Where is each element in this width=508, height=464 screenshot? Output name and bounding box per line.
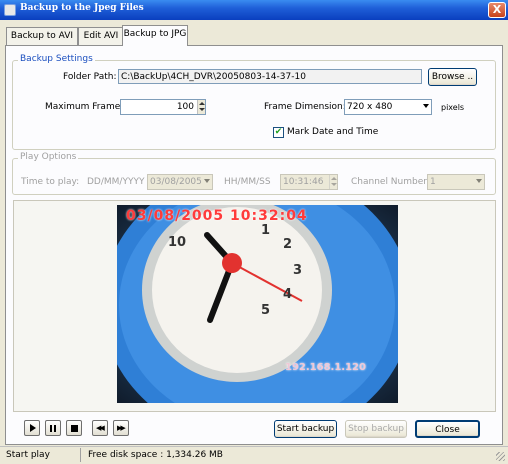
channel-number-value: 1 — [430, 177, 436, 187]
stop-button[interactable] — [66, 420, 82, 436]
clock-number: 4 — [283, 287, 293, 302]
app-icon — [4, 4, 16, 16]
pause-button[interactable] — [45, 420, 61, 436]
stop-icon — [71, 425, 78, 432]
frame-dimension-label: Frame Dimension: — [264, 102, 346, 112]
clock-number: 2 — [283, 237, 293, 252]
chevron-down-icon — [476, 179, 482, 183]
frame-dimension-value: 720 x 480 — [347, 102, 393, 112]
stop-backup-button[interactable]: Stop backup — [345, 420, 407, 438]
tab-label: Backup to AVI — [10, 31, 74, 41]
mark-date-label: Mark Date and Time — [287, 127, 379, 137]
time-to-play-label: Time to play: — [21, 177, 80, 187]
video-timestamp: 03/08/2005 10:32:04 — [126, 208, 308, 224]
status-bar — [0, 446, 508, 464]
close-button[interactable]: Close — [415, 420, 480, 438]
start-backup-button[interactable]: Start backup — [274, 420, 337, 438]
max-frames-label: Maximum Frames: — [45, 102, 128, 112]
spin-down-icon — [331, 183, 337, 186]
frame-dimension-select[interactable]: 720 x 480 — [344, 99, 432, 115]
window-title: Backup to the Jpeg Files — [20, 3, 144, 13]
video-preview: 03/08/2005 10:32:04 10 1 2 3 4 5 192.168… — [117, 205, 398, 403]
clock-number: 1 — [261, 223, 271, 238]
close-window-button[interactable]: X — [488, 2, 506, 18]
max-frames-field[interactable]: 100 — [120, 99, 206, 115]
spin-up-icon — [199, 102, 205, 105]
play-time-spinner[interactable] — [329, 175, 337, 189]
folder-path-field[interactable]: C:\BackUp\4CH_DVR\20050803-14-37-10 — [118, 69, 422, 84]
video-ip-overlay: 192.168.1.120 — [285, 362, 366, 373]
fast-forward-icon: ▶▶ — [117, 424, 126, 432]
pixels-label: pixels — [441, 103, 465, 112]
play-icon — [30, 424, 36, 432]
play-date-value: 03/08/2005 — [150, 177, 202, 187]
play-options-legend: Play Options — [18, 152, 79, 162]
status-text: Start play — [6, 450, 50, 460]
play-button[interactable] — [24, 420, 40, 436]
rewind-icon: ◀◀ — [96, 424, 105, 432]
mark-date-checkbox[interactable]: ✔ — [273, 127, 284, 138]
resize-grip-icon[interactable] — [496, 452, 505, 461]
spin-up-icon — [331, 177, 337, 180]
free-disk-space: Free disk space : 1,334.26 MB — [88, 450, 223, 460]
clock-image — [117, 205, 398, 403]
status-divider — [80, 448, 81, 462]
clock-number: 10 — [168, 235, 187, 250]
tab-edit-avi[interactable]: Edit AVI — [78, 27, 124, 45]
clock-number: 5 — [261, 303, 271, 318]
rewind-button[interactable]: ◀◀ — [92, 420, 108, 436]
fast-forward-button[interactable]: ▶▶ — [113, 420, 129, 436]
spin-down-icon — [199, 108, 205, 111]
tab-backup-to-avi[interactable]: Backup to AVI — [6, 27, 78, 45]
date-format-label: DD/MM/YYYY — [87, 177, 145, 187]
folder-path-label: Folder Path: — [63, 72, 117, 82]
chevron-down-icon — [204, 179, 210, 183]
pause-icon — [50, 425, 52, 432]
tab-label: Backup to JPG — [123, 29, 187, 39]
chevron-down-icon — [423, 104, 429, 108]
browse-button[interactable]: Browse .. — [428, 68, 477, 86]
channel-number-label: Channel Number: — [351, 177, 430, 187]
backup-settings-legend: Backup Settings — [18, 54, 95, 64]
time-format-label: HH/MM/SS — [224, 177, 271, 187]
clock-number: 3 — [293, 263, 303, 278]
tab-label: Edit AVI — [83, 31, 119, 41]
tab-backup-to-jpg[interactable]: Backup to JPG — [122, 25, 188, 46]
max-frames-spinner[interactable] — [197, 100, 205, 114]
play-time-value: 10:31:46 — [283, 177, 324, 187]
